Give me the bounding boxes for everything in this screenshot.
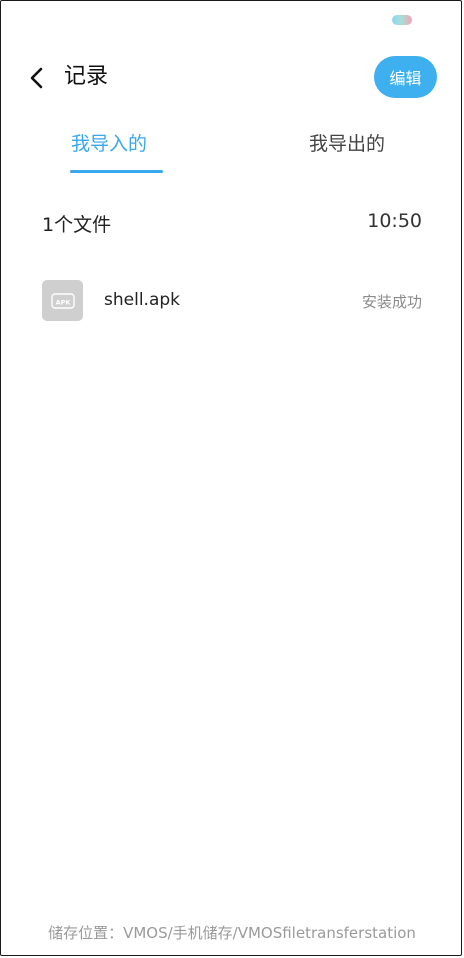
file-count: 1个文件 (42, 214, 112, 236)
edit-button[interactable]: 编辑 (374, 56, 437, 98)
tab-imported[interactable]: 我导入的 (71, 130, 147, 158)
group-timestamp: 10:50 (367, 210, 422, 232)
storage-location-text: 储存位置：VMOS/手机储存/VMOSfiletransferstation (48, 924, 416, 942)
tab-exported[interactable]: 我导出的 (309, 130, 385, 158)
file-group-header: 1个文件 10:50 (0, 206, 464, 242)
back-button[interactable] (24, 64, 50, 92)
status-indicator-pill (392, 15, 412, 25)
svg-text:APK: APK (55, 298, 71, 306)
install-status: 安装成功 (361, 293, 422, 311)
active-tab-indicator (70, 170, 163, 173)
page-title: 记录 (64, 64, 109, 89)
file-name: shell.apk (104, 290, 180, 310)
tab-bar: 我导入的 我导出的 (0, 122, 464, 178)
app-header: 记录 编辑 (0, 50, 464, 106)
list-item[interactable]: APK shell.apk 安装成功 (0, 280, 464, 324)
apk-file-icon: APK (42, 280, 83, 321)
chevron-left-icon (30, 67, 43, 89)
